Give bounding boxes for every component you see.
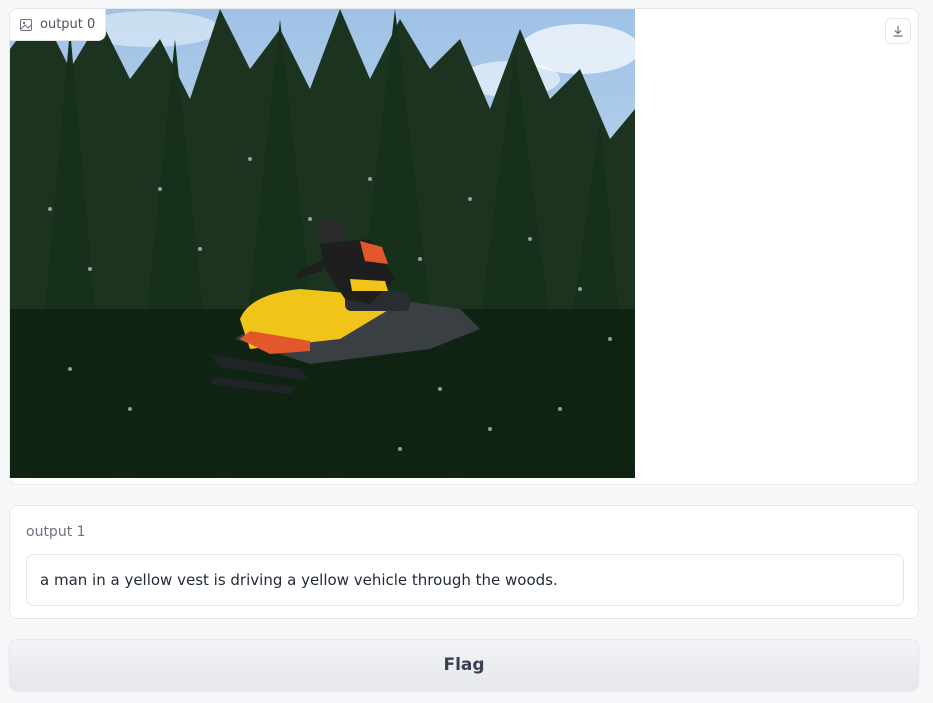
text-output-panel: output 1 a man in a yellow vest is drivi… bbox=[9, 505, 919, 619]
output-image bbox=[10, 9, 635, 478]
image-output-label: output 0 bbox=[10, 9, 107, 41]
text-output-label: output 1 bbox=[26, 524, 86, 540]
snowmobile-photo bbox=[10, 9, 635, 478]
text-output-field[interactable]: a man in a yellow vest is driving a yell… bbox=[26, 554, 904, 606]
image-output-label-text: output 0 bbox=[40, 17, 96, 32]
image-output-panel: output 0 bbox=[9, 8, 919, 485]
download-button[interactable] bbox=[885, 18, 911, 44]
download-icon bbox=[892, 22, 904, 41]
flag-button[interactable]: Flag bbox=[9, 639, 919, 691]
image-icon bbox=[20, 18, 32, 31]
